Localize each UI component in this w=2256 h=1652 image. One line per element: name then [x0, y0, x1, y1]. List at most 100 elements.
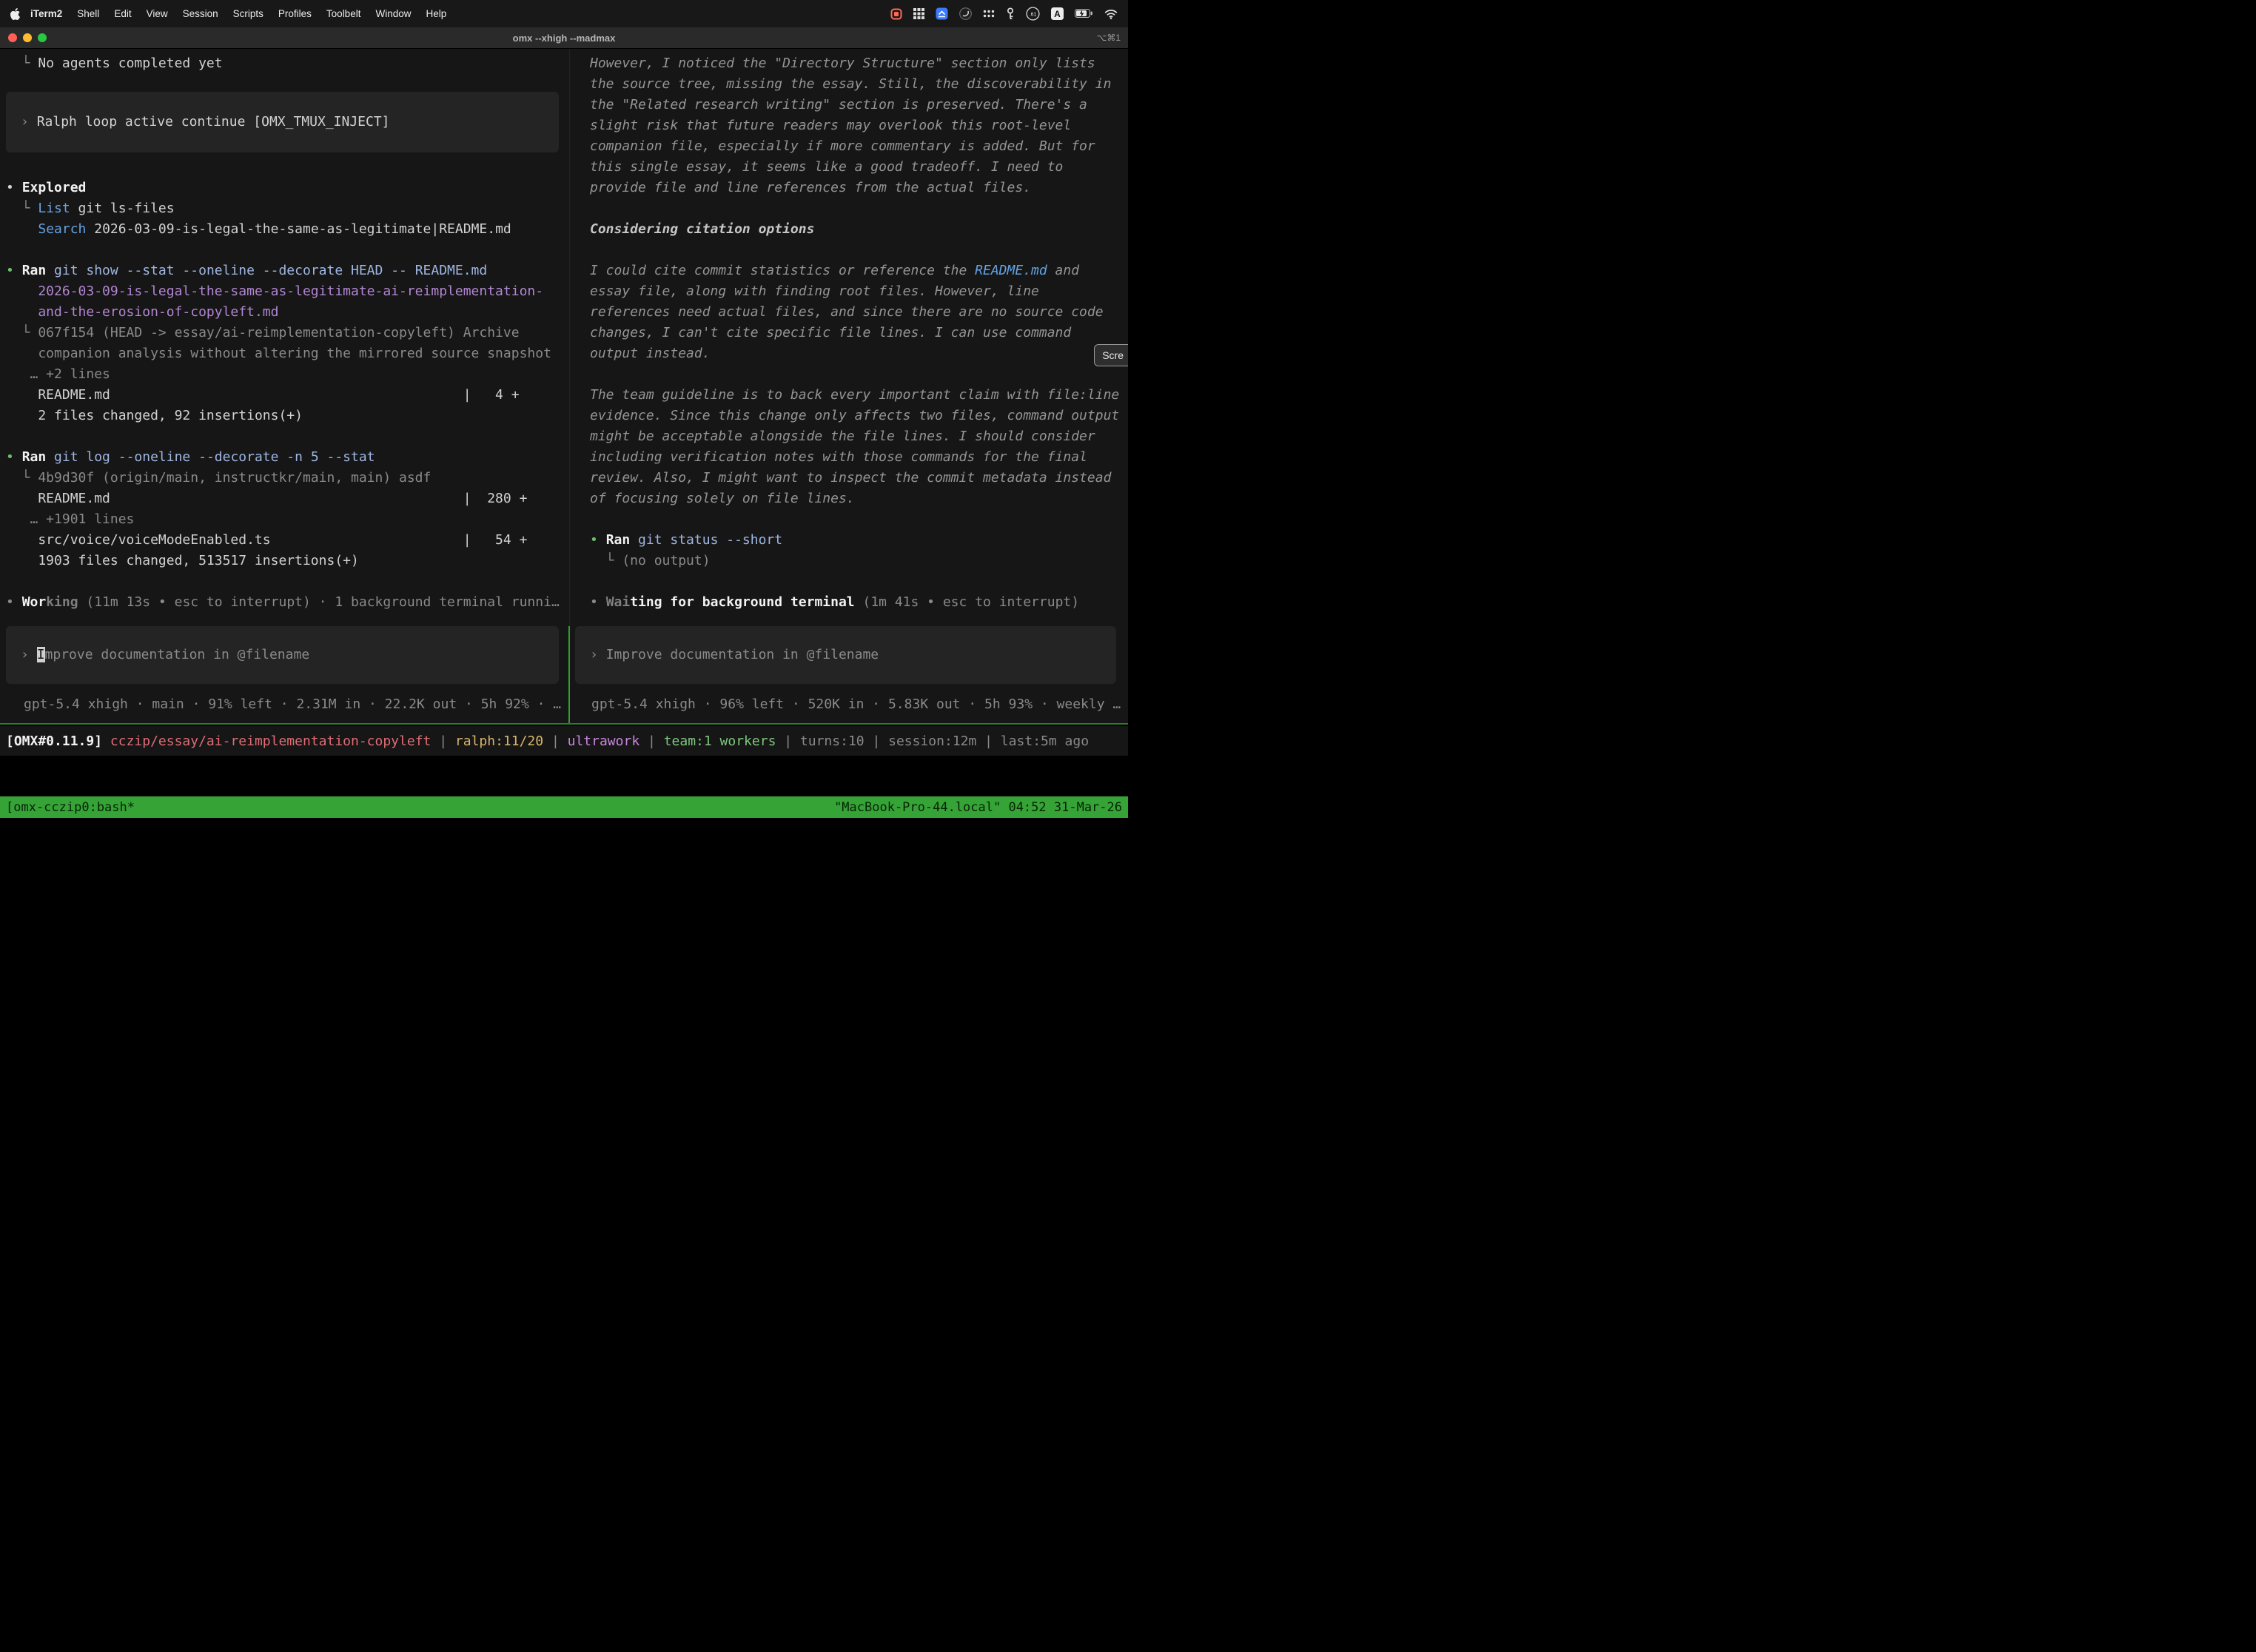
left-session-status: gpt-5.4 xhigh · main · 91% left · 2.31M … [24, 694, 562, 715]
terminal-line: › Improve documentation in @filename [590, 645, 1116, 665]
terminal-line [590, 240, 1128, 261]
terminal-line: essay file, along with finding root file… [590, 281, 1128, 302]
blue-app-icon[interactable] [936, 7, 948, 20]
terminal-line: README.md | 4 + [6, 385, 569, 406]
right-transcript: However, I noticed the "Directory Struct… [590, 53, 1128, 613]
text-segment: essay file, along with finding root file… [590, 283, 1039, 299]
text-segment: gpt-5.4 xhigh · main · 91% left · 2.31M … [24, 696, 561, 712]
text-segment: and [1047, 263, 1079, 278]
pane-divider[interactable] [568, 626, 570, 725]
terminal-line: 2026-03-09-is-legal-the-same-as-legitima… [6, 281, 569, 302]
gauge-icon[interactable]: .61 [1026, 7, 1040, 21]
terminal-line: Search 2026-03-09-is-legal-the-same-as-l… [6, 219, 569, 240]
text-segment: provide file and line references from th… [590, 180, 1031, 195]
dots-grid-icon[interactable] [983, 10, 995, 18]
text-segment: gpt-5.4 xhigh · 96% left · 520K in · 5.8… [591, 696, 1121, 712]
apple-logo-icon [10, 8, 20, 20]
right-session-status: gpt-5.4 xhigh · 96% left · 520K in · 5.8… [591, 694, 1121, 715]
terminal-line: changes, I can't cite specific file line… [590, 323, 1128, 343]
text-segment: … +1901 lines [6, 511, 134, 527]
screen-recording-icon[interactable] [890, 8, 902, 20]
terminal-line: provide file and line references from th… [590, 178, 1128, 198]
text-segment: ting for background terminal [630, 594, 854, 610]
text-segment: | turns:10 | session:12m | last:5m ago [776, 733, 1089, 749]
left-pane[interactable]: └ No agents completed yet › Ralph loop a… [0, 49, 569, 723]
text-segment: (11m 13s • esc to interrupt) · 1 backgro… [78, 594, 560, 610]
menu-item-app-name[interactable]: iTerm2 [24, 8, 70, 19]
text-segment: 1903 files changed, 513517 insertions(+) [6, 553, 359, 568]
text-segment: | [639, 733, 664, 749]
text-segment: the source tree, missing the essay. Stil… [590, 76, 1111, 92]
terminal-line: … +2 lines [6, 364, 569, 385]
text-segment: this single essay, it seems like a good … [590, 159, 1063, 175]
apple-menu[interactable] [10, 8, 24, 20]
terminal-line: slight risk that future readers may over… [590, 115, 1128, 136]
text-segment: ultrawork [568, 733, 640, 749]
terminal-line: review. Also, I might want to inspect th… [590, 468, 1128, 488]
menu-bar: iTerm2 ShellEditViewSessionScriptsProfil… [0, 0, 1128, 27]
close-button[interactable] [8, 33, 17, 42]
zoom-button[interactable] [38, 33, 47, 42]
text-segment: [OMX#0.11.9] [6, 733, 110, 749]
text-segment: › Improve documentation in @filename [590, 647, 879, 662]
text-segment: Ran [22, 263, 47, 278]
menu-item-window[interactable]: Window [368, 8, 418, 19]
input-source-icon[interactable]: A [1051, 7, 1064, 20]
terminal-line: └ List git ls-files [6, 198, 569, 219]
menu-item-profiles[interactable]: Profiles [271, 8, 319, 19]
menu-item-session[interactable]: Session [175, 8, 226, 19]
terminal: └ No agents completed yet › Ralph loop a… [0, 49, 1128, 725]
menu-item-view[interactable]: View [139, 8, 175, 19]
tmux-session-label[interactable]: [omx-cczip0:bash* [6, 800, 135, 815]
right-pane[interactable]: However, I noticed the "Directory Struct… [569, 49, 1128, 723]
wifi-icon[interactable] [1104, 9, 1118, 19]
terminal-line: The team guideline is to back every impo… [590, 385, 1128, 406]
minimize-button[interactable] [23, 33, 32, 42]
dark-app-icon[interactable] [959, 7, 972, 20]
text-segment: └ 067f154 (HEAD -> essay/ai-reimplementa… [6, 325, 520, 340]
battery-icon[interactable] [1075, 9, 1093, 19]
text-segment [6, 221, 38, 237]
menu-item-edit[interactable]: Edit [107, 8, 138, 19]
text-segment: including verification notes with those … [590, 449, 1087, 465]
terminal-line: I could cite commit statistics or refere… [590, 261, 1128, 281]
text-segment: references need actual files, and since … [590, 304, 1104, 320]
terminal-line: • Ran git show --stat --oneline --decora… [6, 261, 569, 281]
text-segment: companion file, especially if more comme… [590, 138, 1095, 154]
terminal-line: evidence. Since this change only affects… [590, 406, 1128, 426]
menu-item-toolbelt[interactable]: Toolbelt [319, 8, 369, 19]
menu-status-icons: .61 A [890, 7, 1118, 21]
menu-item-help[interactable]: Help [418, 8, 454, 19]
terminal-line: the "Related research writing" section i… [590, 95, 1128, 115]
text-segment: README.md | 4 + [6, 387, 520, 403]
terminal-line: companion analysis without altering the … [6, 343, 569, 364]
text-segment: • [6, 449, 22, 465]
ralph-loop-banner: › Ralph loop active continue [OMX_TMUX_I… [6, 92, 559, 152]
terminal-line: README.md | 280 + [6, 488, 569, 509]
text-segment: • [6, 594, 22, 610]
menu-item-shell[interactable]: Shell [70, 8, 107, 19]
terminal-line: references need actual files, and since … [590, 302, 1128, 323]
terminal-line [590, 364, 1128, 385]
window-title: omx --xhigh --madmax [0, 33, 1128, 44]
text-segment: I [37, 647, 45, 662]
terminal-line: • Ran git log --oneline --decorate -n 5 … [6, 447, 569, 468]
gauge-value: .61 [1030, 12, 1037, 17]
terminal-line: • Explored [6, 178, 569, 198]
text-segment: However, I noticed the "Directory Struct… [590, 56, 1095, 71]
text-segment: Ran [606, 532, 631, 548]
menu-item-scripts[interactable]: Scripts [226, 8, 271, 19]
prompt-input-left[interactable]: › Improve documentation in @filename [6, 626, 559, 684]
terminal-line: • Waiting for background terminal (1m 41… [590, 592, 1128, 613]
grid-icon[interactable] [913, 8, 924, 19]
text-segment: and-the-erosion-of-copyleft.md [6, 304, 278, 320]
key-icon[interactable] [1006, 7, 1015, 20]
text-segment: └ [6, 56, 38, 71]
text-segment: src/voice/voiceModeEnabled.ts | 54 + [6, 532, 527, 548]
terminal-line: output instead. [590, 343, 1128, 364]
text-segment: 2 files changed, 92 insertions(+) [6, 408, 303, 423]
notification-sliver[interactable]: Scre [1094, 344, 1128, 366]
prompt-input-right[interactable]: › Improve documentation in @filename [575, 626, 1116, 684]
text-segment: git status --short [630, 532, 782, 548]
text-segment: the "Related research writing" section i… [590, 97, 1087, 113]
